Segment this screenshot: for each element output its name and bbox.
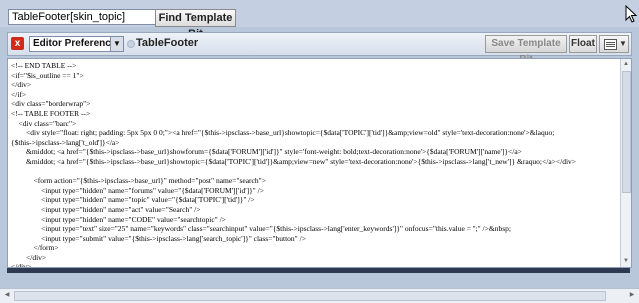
code-line: </if> [11,89,27,99]
code-line: <div class="barc"> [11,118,77,128]
code-line: <!-- END TABLE --> [11,61,77,70]
code-line: </div> [11,252,47,262]
float-button[interactable]: Float [569,35,597,53]
editor-preferences-label: Editor Preferences [33,38,122,49]
save-template-bit-button[interactable]: Save Template Bit [485,35,567,65]
code-line: <input type="hidden" name="CODE" value="… [11,214,226,224]
code-line: <input type="hidden" name="act" value="S… [11,204,201,214]
code-line: <!-- TABLE FOOTER --> [11,108,91,118]
code-line: &middot; <a href="{$this->ipsclass->base… [11,147,522,157]
code-line: </form> [11,243,59,253]
template-bit-name: TableFooter [136,37,199,49]
code-line: <div style="float: right; padding: 5px 5… [11,128,555,138]
code-text[interactable]: <!-- END TABLE --> <if="$is_outline == 1"… [11,61,618,267]
editor-preferences-select[interactable]: Editor Preferences ▼ [29,36,124,52]
code-line: <input type="hidden" name="topic" value=… [11,195,255,205]
find-template-bit-button[interactable]: Find Template Bit [155,9,236,40]
editor-toolbar: x Editor Preferences ▼ TableFooter Save … [7,32,632,65]
code-line: <div class="borderwrap"> [11,99,91,109]
code-line: <form action="{$this->ipsclass->base_url… [11,176,266,186]
template-code-editor[interactable]: <!-- END TABLE --> <if="$is_outline == 1"… [7,58,632,268]
code-line: <if="$is_outline == 1"> [11,70,84,80]
bit-status-dot-icon [127,40,135,48]
editor-bottom-bar [7,268,630,273]
code-line: <input type="hidden" name="forums" value… [11,185,264,195]
code-line: </div> [11,80,32,90]
horizontal-scrollbar[interactable]: ◀ ▶ [0,288,639,303]
scroll-left-icon[interactable]: ◀ [2,290,12,301]
search-bar: TableFooter[skin_topic] Find Template Bi… [0,0,639,40]
chevron-down-icon: ▼ [619,39,627,48]
scroll-right-icon[interactable]: ▶ [627,290,637,301]
template-search-input[interactable]: TableFooter[skin_topic] [8,9,159,25]
vertical-scrollbar[interactable]: ▲ ▼ [620,59,631,267]
mouse-cursor-icon [625,5,637,23]
vertical-scroll-thumb[interactable] [622,71,631,193]
scroll-down-icon[interactable]: ▼ [622,257,630,266]
options-menu-button[interactable]: ▼ [599,35,629,53]
scroll-up-icon[interactable]: ▲ [622,60,630,69]
close-editor-button[interactable]: x [11,37,24,50]
code-line: &middot; <a href="{$this->ipsclass->base… [11,156,577,166]
list-menu-icon [604,39,617,50]
chevron-down-icon: ▼ [110,37,123,51]
code-line: <input type="submit" value="{$this->ipsc… [11,233,306,243]
code-line: <input type="text" size="25" name="keywo… [11,224,511,234]
code-line: {$this->ipsclass->lang['t_old']}</a> [11,137,120,147]
horizontal-scroll-thumb[interactable] [14,291,606,301]
